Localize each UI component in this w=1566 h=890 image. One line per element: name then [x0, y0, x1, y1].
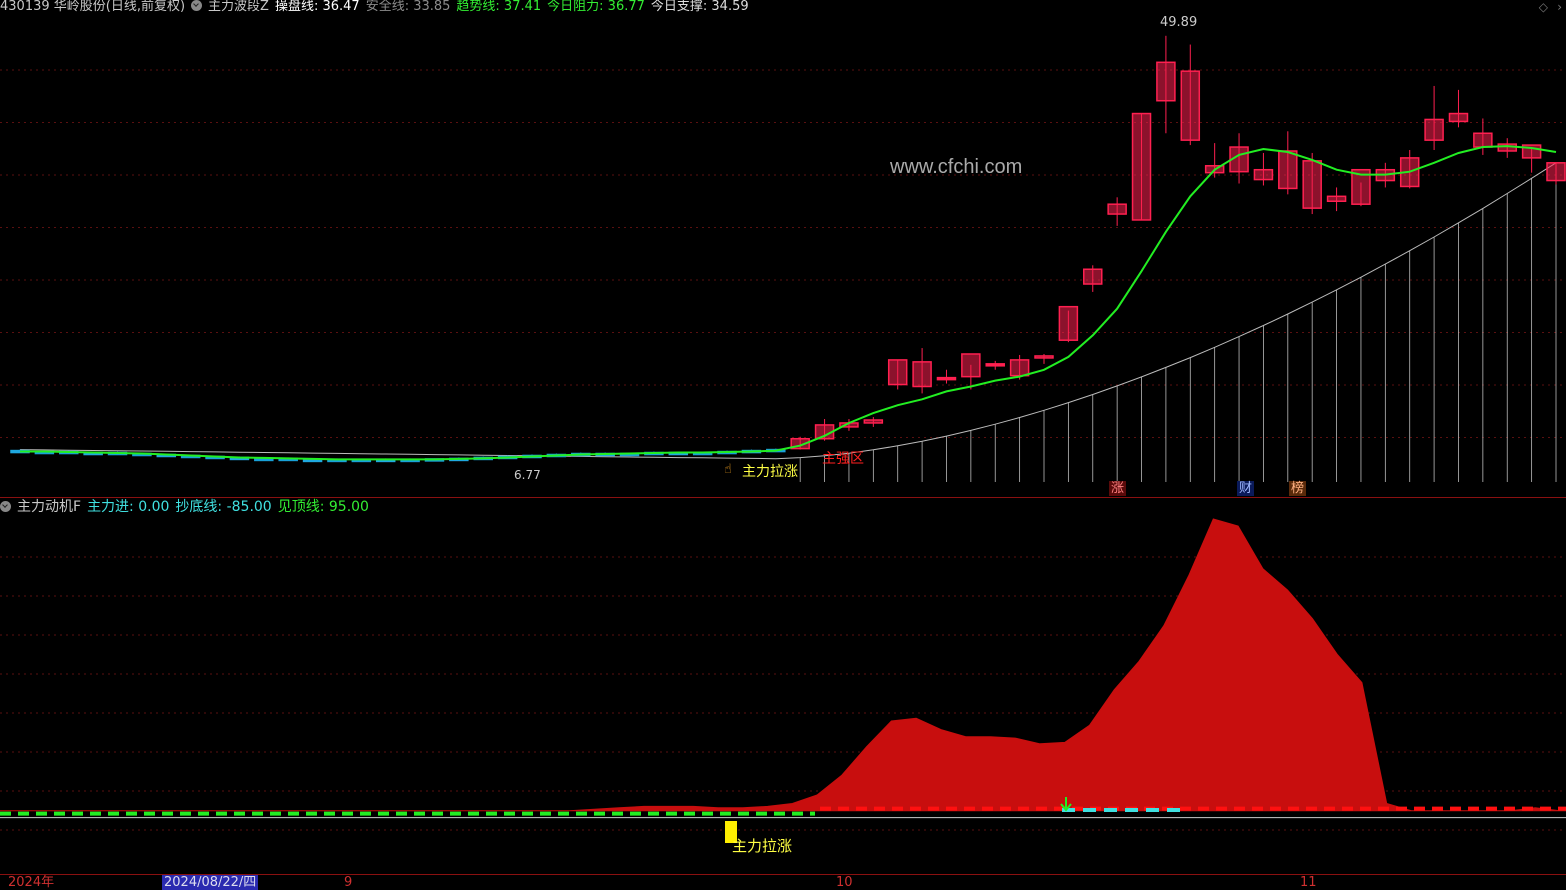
signal-label-main: 主力拉涨 — [742, 464, 798, 480]
candle-body — [1302, 160, 1322, 209]
candlestick-chart[interactable] — [0, 0, 1566, 497]
candle-body — [863, 419, 884, 424]
candle-body — [1424, 118, 1444, 141]
marker-bang[interactable]: 榜 — [1289, 481, 1307, 496]
candle-body — [936, 376, 957, 381]
x-axis-month-9: 9 — [344, 875, 353, 890]
hand-icon: ☝ — [724, 462, 732, 477]
candle-body — [1180, 70, 1201, 141]
candle-body — [1473, 132, 1493, 148]
watermark: www.cfchi.com — [890, 156, 1023, 178]
candle-body — [1546, 162, 1566, 182]
candle-body — [1058, 305, 1079, 341]
candle-body — [1278, 150, 1298, 190]
momentum-area-chart[interactable] — [0, 497, 1566, 875]
candle-body — [1448, 112, 1469, 123]
candle-body — [1009, 359, 1030, 377]
marker-cai[interactable]: 财 — [1237, 481, 1255, 496]
signal-label-sub: 主力拉涨 — [732, 837, 793, 855]
marker-zhang[interactable]: 涨 — [1109, 481, 1127, 496]
x-axis-year: 2024年 — [8, 875, 55, 890]
candle-body — [1156, 61, 1176, 102]
x-axis-month-10: 10 — [836, 875, 853, 890]
trend-line — [20, 145, 1557, 461]
candle-body — [1253, 168, 1274, 181]
candle-body — [912, 361, 932, 388]
candle-body — [985, 363, 1005, 367]
momentum-area — [0, 518, 1566, 812]
candle-body — [1107, 203, 1127, 215]
x-axis-cursor-date[interactable]: 2024/08/22/四 — [162, 875, 259, 890]
anquan-line — [19, 162, 1557, 460]
x-axis-month-11: 11 — [1300, 875, 1317, 890]
zone-label: 主强区 — [822, 451, 864, 467]
candle-body — [961, 353, 981, 378]
candle-body — [887, 359, 908, 386]
low-price-label: 6.77 — [514, 468, 541, 482]
high-price-label: 49.89 — [1160, 15, 1198, 30]
candle-body — [1131, 112, 1152, 221]
candle-body — [1034, 355, 1054, 359]
candle-body — [1326, 195, 1347, 202]
candle-body — [1083, 268, 1103, 285]
